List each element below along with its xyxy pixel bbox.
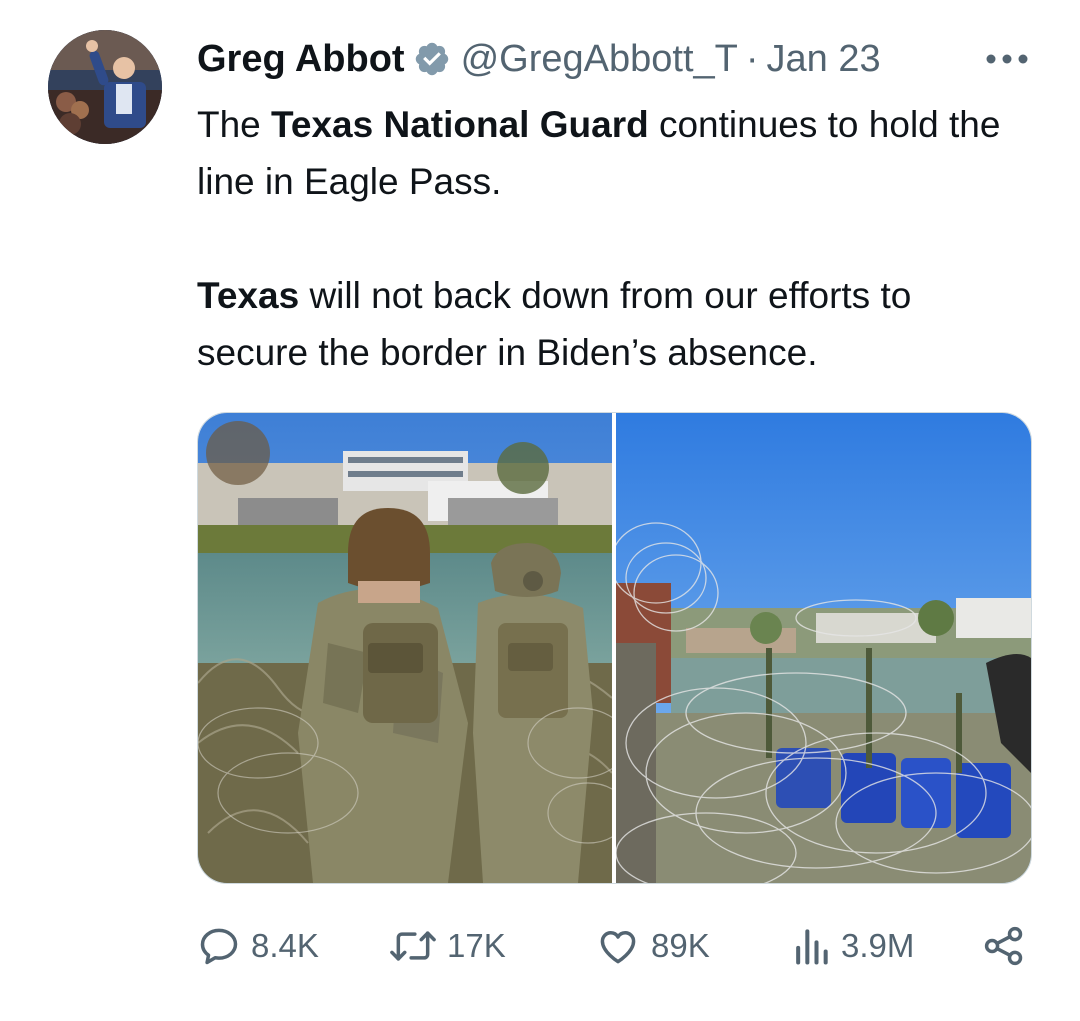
tweet-text: The Texas National Guard continues to ho…	[197, 96, 1017, 381]
avatar[interactable]	[48, 30, 162, 144]
views-icon	[796, 929, 828, 965]
repost-icon	[390, 931, 436, 961]
tweet-text-bold: Texas	[197, 275, 300, 316]
tweet: Greg Abbot @GregAbbott_T · Jan 23 The Te…	[0, 0, 1080, 1021]
media-grid	[197, 412, 1032, 884]
photo-razor-wire-image	[616, 413, 1031, 883]
tweet-date[interactable]: Jan 23	[767, 38, 881, 81]
photo-soldiers-image	[198, 413, 612, 883]
avatar-image	[48, 30, 162, 144]
more-icon[interactable]	[982, 46, 1032, 72]
reply-count: 8.4K	[251, 927, 319, 964]
tweet-header: Greg Abbot @GregAbbott_T · Jan 23	[197, 34, 881, 84]
display-name[interactable]: Greg Abbot	[197, 38, 405, 81]
tweet-paragraph-1: The Texas National Guard continues to ho…	[197, 96, 1017, 210]
reply-button[interactable]: 8.4K	[197, 918, 319, 974]
repost-count: 17K	[447, 927, 506, 964]
reply-icon	[200, 928, 238, 965]
tweet-text-segment: The	[197, 104, 272, 145]
user-handle[interactable]: @GregAbbott_T	[461, 38, 738, 81]
tweet-paragraph-2: Texas will not back down from our effort…	[197, 267, 1017, 381]
share-button[interactable]	[981, 918, 1027, 974]
views-button[interactable]: 3.9M	[791, 918, 914, 974]
tweet-text-segment: will not back down from our efforts to s…	[197, 275, 912, 373]
like-icon	[600, 931, 636, 964]
photo-razor-wire[interactable]	[616, 413, 1031, 883]
like-button[interactable]: 89K	[595, 918, 710, 974]
repost-button[interactable]: 17K	[389, 918, 506, 974]
views-count: 3.9M	[841, 927, 915, 964]
verified-badge-icon[interactable]	[413, 40, 451, 78]
tweet-actions: 8.4K 17K 89K 3.9M	[197, 918, 1037, 974]
separator-dot: ·	[745, 37, 759, 80]
share-icon	[984, 926, 1023, 966]
photo-soldiers[interactable]	[198, 413, 612, 883]
tweet-text-bold: Texas National Guard	[271, 104, 649, 145]
like-count: 89K	[651, 927, 710, 964]
